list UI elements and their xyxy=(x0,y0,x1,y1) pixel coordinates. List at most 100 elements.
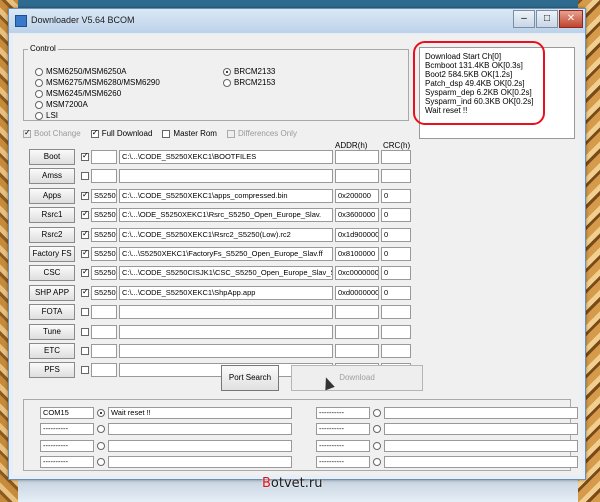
chip-field[interactable] xyxy=(91,305,117,320)
chip-field[interactable]: S5250 xyxy=(91,227,117,242)
minimize-button[interactable]: – xyxy=(513,10,535,28)
close-button[interactable]: ✕ xyxy=(559,10,583,28)
addr-field[interactable] xyxy=(335,169,379,184)
chip-field[interactable] xyxy=(91,169,117,184)
file-path-field[interactable]: C:\...\CODE_S5250XEKC1\ShpApp.app xyxy=(119,285,333,300)
chip-option[interactable]: BRCM2153 xyxy=(223,78,275,87)
master-rom-option[interactable]: Master Rom xyxy=(162,129,217,138)
file-checkbox[interactable] xyxy=(81,151,89,161)
file-checkbox[interactable] xyxy=(81,366,89,375)
chip-field[interactable]: S5250 xyxy=(91,188,117,203)
chip-field[interactable] xyxy=(91,150,117,164)
radio-button[interactable] xyxy=(35,100,43,109)
crc-field[interactable]: 0 xyxy=(381,247,411,261)
crc-field[interactable]: 0 xyxy=(381,208,411,223)
radio-button[interactable] xyxy=(223,67,231,76)
file-button[interactable]: Rsrc2 xyxy=(29,226,75,243)
file-button[interactable]: SHP APP xyxy=(29,284,75,301)
chip-option[interactable]: LSI xyxy=(35,111,58,120)
crc-field[interactable] xyxy=(381,169,411,184)
file-checkbox[interactable] xyxy=(81,287,89,297)
file-button[interactable]: ETC xyxy=(29,343,75,359)
differences-only-checkbox[interactable] xyxy=(226,129,235,138)
file-button[interactable]: Apps xyxy=(29,187,75,204)
file-checkbox[interactable] xyxy=(81,308,89,317)
chip-option[interactable]: BRCM2133 xyxy=(223,67,275,76)
radio-button[interactable] xyxy=(35,111,43,120)
full-download-option[interactable]: Full Download xyxy=(90,128,152,138)
chip-field[interactable] xyxy=(91,363,117,378)
title-bar[interactable]: Downloader V5.64 BCOM – □ ✕ xyxy=(9,9,585,33)
file-checkbox[interactable] xyxy=(81,190,89,200)
chip-option[interactable]: MSM7200A xyxy=(35,100,88,109)
radio-button[interactable] xyxy=(223,78,231,87)
file-path-field[interactable]: C:\...\CODE_S5250CISJK1\CSC_S5250_Open_E… xyxy=(119,266,333,281)
file-checkbox[interactable] xyxy=(81,347,89,355)
port-search-button[interactable]: Port Search xyxy=(221,365,279,391)
master-rom-checkbox[interactable] xyxy=(162,129,171,138)
full-download-checkbox[interactable] xyxy=(90,128,99,138)
file-path-field[interactable] xyxy=(119,169,333,184)
port-radio[interactable] xyxy=(373,442,381,450)
addr-field[interactable] xyxy=(335,150,379,164)
radio-button[interactable] xyxy=(35,67,43,76)
addr-field[interactable]: 0x1d900000 xyxy=(335,227,379,242)
file-checkbox[interactable] xyxy=(81,327,89,336)
crc-field[interactable] xyxy=(381,324,411,339)
crc-field[interactable]: 0 xyxy=(381,227,411,242)
port-radio[interactable] xyxy=(373,409,381,417)
addr-field[interactable]: 0xd0000000 xyxy=(335,285,379,300)
file-checkbox[interactable] xyxy=(81,229,89,239)
chip-field[interactable]: S5250 xyxy=(91,285,117,300)
file-button[interactable]: Amss xyxy=(29,168,75,185)
addr-field[interactable]: 0x200000 xyxy=(335,188,379,203)
file-button[interactable]: PFS xyxy=(29,362,75,379)
crc-field[interactable] xyxy=(381,305,411,320)
port-radio[interactable] xyxy=(373,425,381,433)
file-button[interactable]: Rsrc1 xyxy=(29,207,75,224)
crc-field[interactable] xyxy=(381,344,411,358)
file-path-field[interactable]: C:\...\S5250XEKC1\FactoryFs_S5250_Open_E… xyxy=(119,247,333,261)
port-radio[interactable] xyxy=(97,425,105,433)
file-checkbox[interactable] xyxy=(81,209,89,220)
file-path-field[interactable]: C:\...\CODE_S5250XEKC1\apps_compressed.b… xyxy=(119,188,333,203)
file-path-field[interactable]: C:\...\ODE_S5250XEKC1\Rsrc_S5250_Open_Eu… xyxy=(119,208,333,223)
file-path-field[interactable] xyxy=(119,305,333,320)
chip-option[interactable]: MSM6245/MSM6260 xyxy=(35,89,121,98)
addr-field[interactable]: 0xc0000000 xyxy=(335,266,379,281)
port-radio[interactable] xyxy=(373,458,381,466)
addr-field[interactable]: 0x8100000 xyxy=(335,247,379,261)
file-button[interactable]: Boot xyxy=(29,149,75,165)
file-button[interactable]: Tune xyxy=(29,323,75,340)
file-checkbox[interactable] xyxy=(81,248,89,258)
maximize-button[interactable]: □ xyxy=(536,10,558,28)
file-button[interactable]: Factory FS xyxy=(29,246,75,262)
differences-only-option[interactable]: Differences Only xyxy=(226,129,297,138)
crc-field[interactable] xyxy=(381,150,411,164)
file-button[interactable]: CSC xyxy=(29,265,75,282)
crc-field[interactable]: 0 xyxy=(381,266,411,281)
crc-field[interactable]: 0 xyxy=(381,285,411,300)
file-path-field[interactable] xyxy=(119,324,333,339)
file-checkbox[interactable] xyxy=(81,172,89,181)
file-path-field[interactable]: C:\...\CODE_S5250XEKC1\BOOTFILES xyxy=(119,150,333,164)
port-radio[interactable] xyxy=(97,409,105,417)
radio-button[interactable] xyxy=(35,78,43,87)
addr-field[interactable] xyxy=(335,324,379,339)
port-radio[interactable] xyxy=(97,458,105,466)
download-button[interactable]: Download xyxy=(291,365,423,391)
file-path-field[interactable]: C:\...\CODE_S5250XEKC1\Rsrc2_S5250(Low).… xyxy=(119,227,333,242)
chip-option[interactable]: MSM6250/MSM6250A xyxy=(35,67,126,76)
boot-change-checkbox[interactable] xyxy=(23,128,31,138)
port-radio[interactable] xyxy=(97,442,105,450)
addr-field[interactable] xyxy=(335,344,379,358)
chip-field[interactable]: S5250 xyxy=(91,208,117,223)
chip-field[interactable] xyxy=(91,324,117,339)
file-path-field[interactable] xyxy=(119,344,333,358)
boot-change-option[interactable]: Boot Change xyxy=(23,128,81,138)
chip-field[interactable] xyxy=(91,344,117,358)
addr-field[interactable]: 0x3600000 xyxy=(335,208,379,223)
file-checkbox[interactable] xyxy=(81,267,89,278)
addr-field[interactable] xyxy=(335,305,379,320)
file-button[interactable]: FOTA xyxy=(29,304,75,321)
